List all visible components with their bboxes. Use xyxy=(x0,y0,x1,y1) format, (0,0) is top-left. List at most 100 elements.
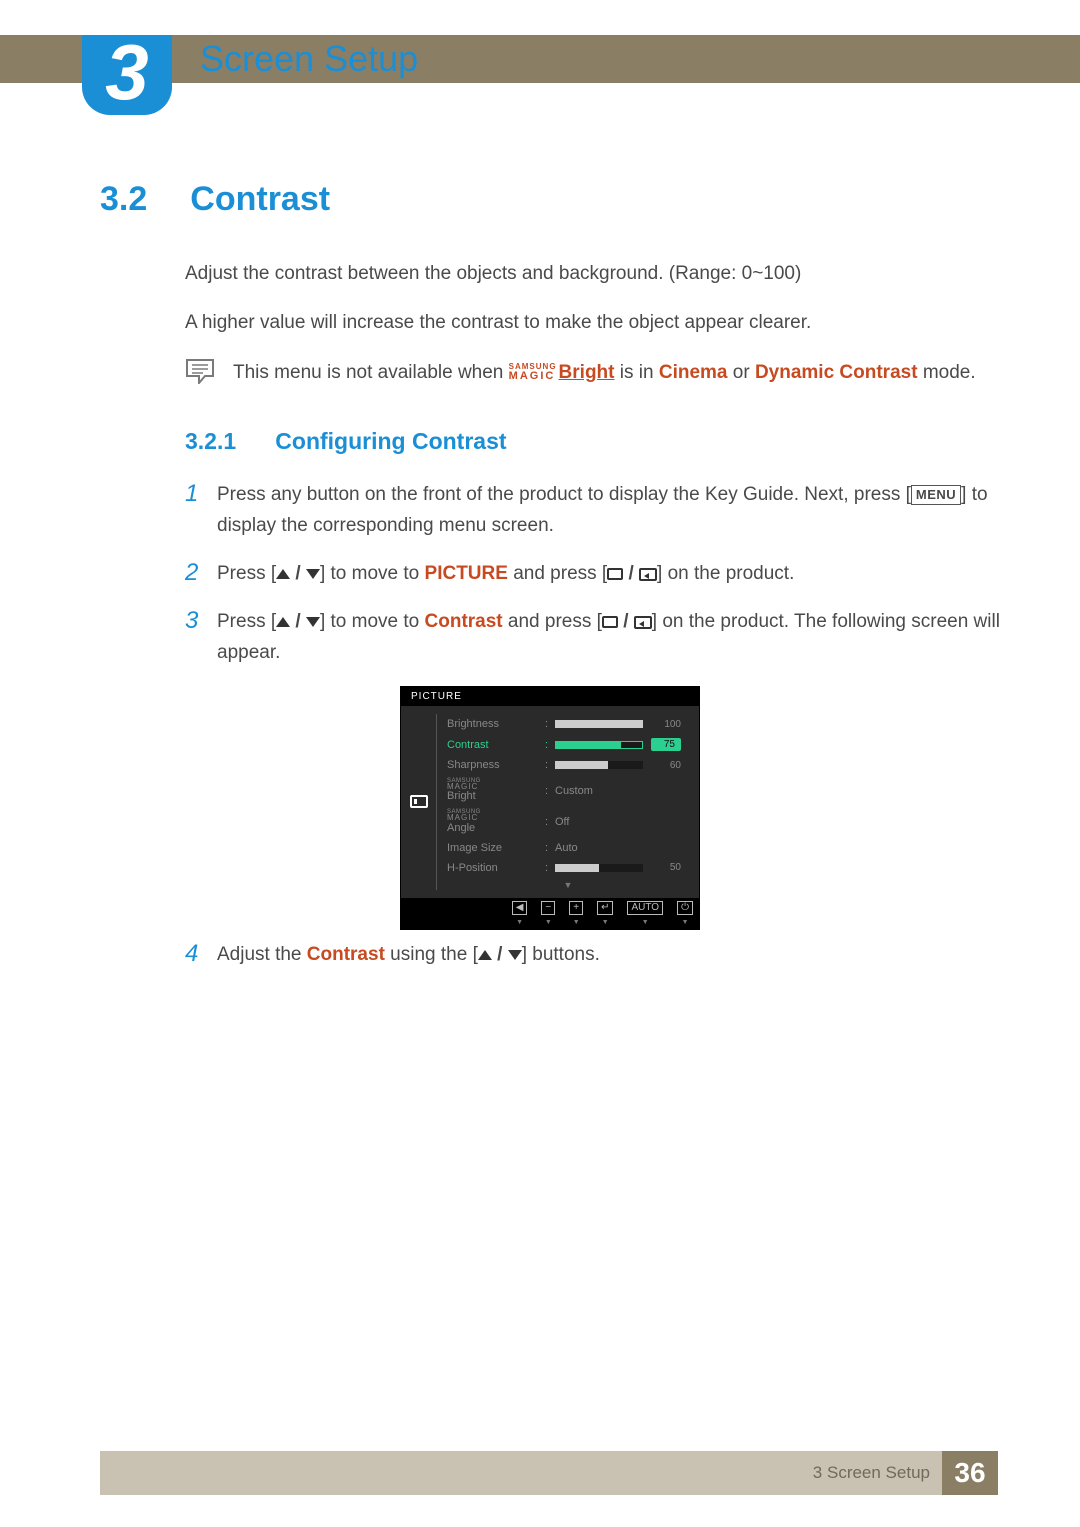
osd-value: Custom xyxy=(555,785,593,797)
osd-row-label: Image Size xyxy=(447,842,545,854)
section-number: 3.2 xyxy=(100,180,185,219)
source-button-icon xyxy=(607,568,623,580)
slash-icon: / xyxy=(623,563,639,584)
osd-rows: Brightness:100Contrast:75Sharpness:60SAM… xyxy=(437,714,699,889)
step-num: 1 xyxy=(185,480,217,541)
step-num: 2 xyxy=(185,559,217,589)
source-button-icon xyxy=(602,616,618,628)
osd-value: 60 xyxy=(651,760,681,771)
osd-row-label: SAMSUNGMAGIC Bright xyxy=(447,779,545,802)
step3-post1: and press [ xyxy=(503,611,602,632)
subsection-number: 3.2.1 xyxy=(185,428,270,455)
osd-footer: ◀▼−▼+▼↵▼AUTO▼⏻▼ xyxy=(401,898,699,929)
footer-label: 3 Screen Setup xyxy=(813,1463,942,1483)
osd-body: Brightness:100Contrast:75Sharpness:60SAM… xyxy=(401,706,699,897)
menu-button-icon: MENU xyxy=(911,485,961,505)
page-footer: 3 Screen Setup 36 xyxy=(100,1451,998,1495)
osd-slider xyxy=(555,741,643,749)
step2-pre: Press [ xyxy=(217,563,276,584)
step-num: 4 xyxy=(185,940,217,970)
note-text: This menu is not available when SAMSUNGM… xyxy=(233,358,976,388)
step2-mid: ] to move to xyxy=(320,563,425,584)
step3-pre: Press [ xyxy=(217,611,276,632)
triangle-up-icon xyxy=(276,569,290,579)
intro-line-2: A higher value will increase the contras… xyxy=(185,308,1000,337)
note-block: This menu is not available when SAMSUNGM… xyxy=(185,358,1000,388)
step2-target: PICTURE xyxy=(425,563,508,584)
step-num: 3 xyxy=(185,607,217,668)
osd-screenshot: PICTURE Brightness:100Contrast:75Sharpne… xyxy=(400,686,700,929)
step-text: Press any button on the front of the pro… xyxy=(217,480,1000,541)
osd-row: Brightness: 100 xyxy=(447,714,689,734)
note-mode2: Dynamic Contrast xyxy=(755,362,918,383)
osd-value: Off xyxy=(555,816,569,828)
subsection-header: 3.2.1 Configuring Contrast xyxy=(100,428,1000,455)
picture-category-icon xyxy=(410,795,428,808)
step2-post2: ] on the product. xyxy=(657,563,794,584)
step4-pre: Adjust the xyxy=(217,944,307,965)
osd-row-label: Brightness xyxy=(447,718,545,730)
colon: : xyxy=(545,785,555,797)
step1-pre: Press any button on the front of the pro… xyxy=(217,484,911,505)
osd-value: 100 xyxy=(651,719,681,730)
enter-button-icon xyxy=(634,616,652,629)
osd-title: PICTURE xyxy=(401,687,699,706)
step3-mid: ] to move to xyxy=(320,611,425,632)
step4-target: Contrast xyxy=(307,944,385,965)
intro-line-1: Adjust the contrast between the objects … xyxy=(185,259,1000,288)
chapter-title: Screen Setup xyxy=(200,38,418,80)
osd-sidebar xyxy=(401,714,437,889)
osd-value: 75 xyxy=(651,738,681,751)
note-pre: This menu is not available when xyxy=(233,362,509,383)
section-title: Contrast xyxy=(190,180,330,218)
slash-icon: / xyxy=(618,611,634,632)
slash-icon: / xyxy=(290,611,306,632)
note-bright: Bright xyxy=(559,362,615,383)
subsection-title: Configuring Contrast xyxy=(275,428,506,454)
colon: : xyxy=(545,718,555,730)
osd-row-label: H-Position xyxy=(447,862,545,874)
osd-row: Image Size:Auto xyxy=(447,838,689,858)
triangle-down-icon xyxy=(306,569,320,579)
note-icon xyxy=(185,358,215,384)
osd-row: SAMSUNGMAGIC Angle:Off xyxy=(447,806,689,837)
osd-footer-button: −▼ xyxy=(541,901,555,926)
osd-row: H-Position:50 xyxy=(447,858,689,878)
step2-post1: and press [ xyxy=(508,563,607,584)
osd-row: Sharpness:60 xyxy=(447,755,689,775)
section-header: 3.2 Contrast xyxy=(100,180,1000,219)
note-post: mode. xyxy=(918,362,976,383)
osd-row-label: Contrast xyxy=(447,739,545,751)
colon: : xyxy=(545,759,555,771)
enter-button-icon xyxy=(639,568,657,581)
samsung-magic-logo-icon: SAMSUNGMAGIC xyxy=(509,363,557,382)
step3-target: Contrast xyxy=(425,611,503,632)
colon: : xyxy=(545,739,555,751)
note-mode1: Cinema xyxy=(659,362,728,383)
step-text: Press [ / ] to move to Contrast and pres… xyxy=(217,607,1000,668)
osd-slider xyxy=(555,761,643,769)
colon: : xyxy=(545,862,555,874)
triangle-up-icon xyxy=(276,617,290,627)
chapter-number-tab: 3 xyxy=(82,35,172,115)
slash-icon: / xyxy=(492,944,508,965)
step4-post: ] buttons. xyxy=(522,944,600,965)
colon: : xyxy=(545,842,555,854)
osd-row: SAMSUNGMAGIC Bright:Custom xyxy=(447,775,689,806)
osd-row-label: SAMSUNGMAGIC Angle xyxy=(447,810,545,833)
note-mid: is in xyxy=(614,362,658,383)
osd-value: Auto xyxy=(555,842,578,854)
osd-slider xyxy=(555,864,643,872)
note-or: or xyxy=(727,362,754,383)
osd-footer-button: AUTO▼ xyxy=(627,901,663,926)
osd-footer-button: ⏻▼ xyxy=(677,901,693,926)
step-3: 3 Press [ / ] to move to Contrast and pr… xyxy=(185,607,1000,668)
step-2: 2 Press [ / ] to move to PICTURE and pre… xyxy=(185,559,1000,589)
step-4: 4 Adjust the Contrast using the [ / ] bu… xyxy=(185,940,1000,970)
osd-row: Contrast: 75 xyxy=(447,734,689,755)
osd-scroll-down-icon: ▼ xyxy=(447,880,689,890)
step-1: 1 Press any button on the front of the p… xyxy=(185,480,1000,541)
osd-footer-button: ◀▼ xyxy=(512,901,528,926)
step-text: Press [ / ] to move to PICTURE and press… xyxy=(217,559,794,589)
footer-page-number: 36 xyxy=(942,1451,998,1495)
